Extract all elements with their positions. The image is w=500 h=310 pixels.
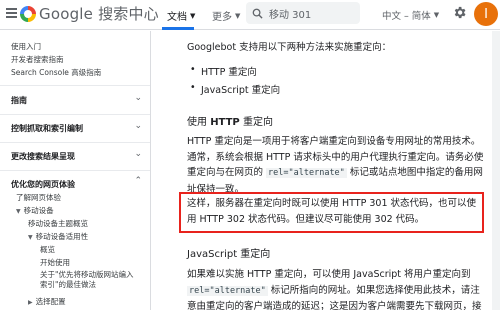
sidebar-item-overview[interactable]: 概览 <box>40 244 55 255</box>
tab-more[interactable]: 更多 ▼ <box>212 8 241 24</box>
logo-text: Google 搜索中心 <box>39 5 159 23</box>
divider <box>0 85 150 86</box>
js-paragraph: 如果难以实施 HTTP 重定向，可以使用 JavaScript 将用户重定向到 … <box>187 267 485 310</box>
sidebar: 使用入门 开发者搜索指南 Search Console 高级指南 指南 ⌄ 控制… <box>0 31 151 310</box>
divider <box>0 170 150 171</box>
http-heading-suffix: 重定向 <box>239 117 273 128</box>
chevron-down-icon[interactable]: ⌄ <box>134 93 142 103</box>
bullet-http: HTTP 重定向 <box>190 64 257 78</box>
sidebar-item-search-console[interactable]: Search Console 高级指南 <box>11 67 101 78</box>
top-header: Google 搜索中心 文档 ▼ 更多 ▼ 移动 301 中文 – 简体 ▼ I <box>0 0 500 30</box>
sidebar-item-mobile-fit-label: 移动设备适用性 <box>35 232 89 241</box>
chevron-up-icon[interactable]: ⌃ <box>134 176 142 186</box>
sidebar-section-guides[interactable]: 指南 <box>11 95 27 106</box>
chevron-down-icon: ▼ <box>190 11 196 20</box>
active-tab-indicator <box>162 27 194 30</box>
chevron-down-icon: ▼ <box>433 11 440 19</box>
chevron-down-icon[interactable]: ⌄ <box>134 121 142 131</box>
http-heading: 使用 HTTP 重定向 <box>187 113 273 128</box>
http-paragraph: HTTP 重定向是一项用于将客户端重定向到设备专用网址的常用技术。通常，系统会根… <box>187 134 485 197</box>
chevron-down-icon[interactable]: ⌄ <box>134 149 142 159</box>
triangle-down-icon: ▼ <box>28 234 33 241</box>
sidebar-section-page-experience[interactable]: 优化您的网页体验 <box>11 179 75 190</box>
sidebar-item-getting-started[interactable]: 使用入门 <box>11 41 41 52</box>
scrollbar[interactable] <box>492 31 500 310</box>
language-label: 中文 – 简体 <box>382 11 431 22</box>
http-heading-prefix: 使用 <box>187 117 211 128</box>
google-logo-icon <box>20 5 36 22</box>
divider <box>0 114 150 115</box>
intro-text: Googlebot 支持用以下两种方法来实施重定向： <box>187 42 392 53</box>
sidebar-item-mobile-fit[interactable]: ▼ 移动设备适用性 <box>28 231 88 242</box>
sidebar-item-config[interactable]: ▶ 选择配置 <box>28 296 66 307</box>
search-query: 移动 301 <box>269 9 312 21</box>
sidebar-item-developer-guide[interactable]: 开发者搜索指南 <box>11 54 64 65</box>
divider <box>0 142 150 143</box>
js-heading: JavaScript 重定向 <box>187 249 271 260</box>
js-paragraph-part1: 如果难以实施 HTTP 重定向，可以使用 JavaScript 将用户重定向到 <box>187 269 471 280</box>
triangle-down-icon: ▼ <box>16 208 21 215</box>
gear-icon[interactable] <box>452 5 467 20</box>
sidebar-item-config-label: 选择配置 <box>35 297 66 306</box>
sidebar-item-mobile-label: 移动设备 <box>23 206 54 215</box>
tab-docs-label: 文档 <box>167 12 187 23</box>
triangle-right-icon: ▶ <box>28 299 33 306</box>
main-content: Googlebot 支持用以下两种方法来实施重定向： HTTP 重定向 Java… <box>152 31 491 310</box>
search-icon <box>252 8 263 19</box>
tab-docs[interactable]: 文档 ▼ <box>167 8 196 24</box>
language-selector[interactable]: 中文 – 简体 ▼ <box>382 8 439 22</box>
sidebar-section-appearance[interactable]: 更改搜索结果呈现 <box>11 151 75 162</box>
sidebar-item-mobile[interactable]: ▼ 移动设备 <box>16 205 54 216</box>
bullet-javascript: JavaScript 重定向 <box>190 82 280 96</box>
avatar[interactable]: I <box>474 2 498 26</box>
http-heading-emph: HTTP <box>210 117 240 128</box>
search-input[interactable]: 移动 301 <box>246 2 360 24</box>
sidebar-item-start[interactable]: 开始使用 <box>40 257 70 268</box>
code-rel-alternate: rel="alternate" <box>266 168 347 178</box>
code-rel-alternate: rel="alternate" <box>187 285 268 296</box>
avatar-letter: I <box>484 6 488 22</box>
site-logo[interactable]: Google 搜索中心 <box>20 3 159 24</box>
chevron-down-icon: ▼ <box>235 11 241 20</box>
tab-more-label: 更多 <box>212 12 232 23</box>
sidebar-item-page-experience[interactable]: 了解网页体验 <box>16 192 61 203</box>
highlighted-note: 这样，服务器在重定向时既可以使用 HTTP 301 状态代码，也可以使用 HTT… <box>187 198 477 225</box>
sidebar-item-separate-urls[interactable]: 关于"优先将移动版网站编入索引"的最佳做法 <box>40 270 140 290</box>
sidebar-item-mobile-theme[interactable]: 移动设备主题概览 <box>28 218 88 229</box>
sidebar-section-crawl[interactable]: 控制抓取和索引编制 <box>11 123 83 134</box>
menu-icon[interactable] <box>3 6 19 22</box>
